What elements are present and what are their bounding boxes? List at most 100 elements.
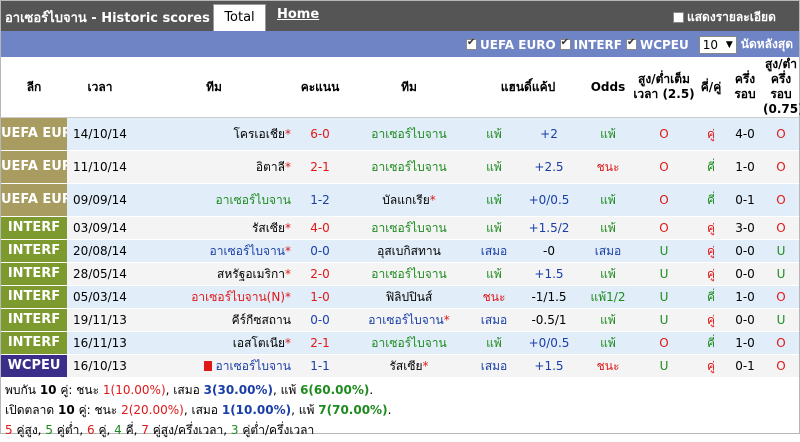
results-table: ลีก เวลา ทีม คะแนน ทีม แฮนดิ์แค้ป Odds ส… (1, 57, 800, 378)
home-team-name[interactable]: อาเซอร์ไบจาน(N) (191, 290, 285, 304)
col-handicap: แฮนดิ์แค้ป (473, 57, 583, 118)
away-team-name[interactable]: อาเซอร์ไบจาน (371, 160, 446, 174)
away-team-name[interactable]: อาเซอร์ไบจาน (371, 336, 446, 350)
away-team-name[interactable]: อาเซอร์ไบจาน (371, 221, 446, 235)
away-team[interactable]: อาเซอร์ไบจาน (345, 262, 473, 286)
home-team[interactable]: อิตาลี* (133, 150, 295, 184)
match-score[interactable]: 1-0 (295, 285, 345, 309)
odd-even-result: คู่ (695, 354, 727, 378)
ou-half-result: O (763, 285, 799, 309)
ou-half-result: O (763, 354, 799, 378)
star-icon: * (285, 126, 291, 141)
league-badge[interactable]: INTERF (1, 216, 67, 240)
league-badge[interactable]: UEFA EURO (1, 183, 67, 217)
match-date: 11/10/14 (67, 150, 133, 184)
home-team-name[interactable]: อิตาลี (256, 160, 285, 174)
home-team[interactable]: สหรัฐอเมริกา* (133, 262, 295, 286)
odd-even-result: คู่ (695, 117, 727, 151)
star-icon: * (285, 220, 291, 235)
star-icon: * (285, 243, 291, 258)
league-badge[interactable]: WCPEU (1, 354, 67, 378)
tab-total[interactable]: Total (213, 4, 266, 31)
star-icon: * (285, 289, 291, 304)
col-away-team: ทีม (345, 57, 473, 118)
show-detail-toggle[interactable]: แสดงรายละเอียด (673, 8, 776, 27)
match-score[interactable]: 1-1 (295, 354, 345, 378)
filter-wcpeu[interactable]: WCPEU (625, 37, 689, 52)
match-score[interactable]: 2-1 (295, 150, 345, 184)
col-ou-full: สูง/ต่ำเต็มเวลา (2.5) (633, 57, 695, 118)
filter-uefa-euro[interactable]: UEFA EURO (466, 37, 556, 52)
home-team-name[interactable]: อาเซอร์ไบจาน (216, 359, 291, 373)
away-team[interactable]: รัสเซีย* (345, 354, 473, 378)
away-team-name[interactable]: บัลแกเรีย (382, 193, 430, 207)
ou-full-result: O (633, 331, 695, 355)
summary-results: พบกัน 10 คู่: ชนะ 1(10.00%), เสมอ 3(30.0… (5, 383, 374, 397)
filter-wcpeu-checkbox[interactable] (625, 37, 637, 50)
home-team[interactable]: คีร์กีซสถาน (133, 308, 295, 332)
ou-half-result: O (763, 216, 799, 240)
ou-half-result: U (763, 239, 799, 263)
home-team[interactable]: เอสโตเนีย* (133, 331, 295, 355)
home-team[interactable]: อาเซอร์ไบจาน* (133, 239, 295, 263)
home-team-name[interactable]: อาเซอร์ไบจาน (216, 193, 291, 207)
show-detail-checkbox[interactable] (673, 12, 684, 23)
away-team[interactable]: อาเซอร์ไบจาน (345, 150, 473, 184)
home-team-name[interactable]: รัสเซีย (252, 221, 285, 235)
away-team[interactable]: อาเซอร์ไบจาน* (345, 308, 473, 332)
match-score[interactable]: 1-2 (295, 183, 345, 217)
table-row: UEFA EURO09/09/14อาเซอร์ไบจาน1-2บัลแกเรี… (1, 183, 799, 217)
home-team-name[interactable]: อาเซอร์ไบจาน (210, 244, 285, 258)
filter-uefa-euro-checkbox[interactable] (466, 37, 478, 50)
home-team[interactable]: อาเซอร์ไบจาน (133, 183, 295, 217)
away-team[interactable]: อาเซอร์ไบจาน (345, 216, 473, 240)
match-score[interactable]: 2-1 (295, 331, 345, 355)
match-score[interactable]: 2-0 (295, 262, 345, 286)
away-team[interactable]: บัลแกเรีย* (345, 183, 473, 217)
match-score[interactable]: 0-0 (295, 308, 345, 332)
league-badge[interactable]: INTERF (1, 331, 67, 355)
tab-home[interactable]: Home (277, 7, 319, 22)
odd-even-result: คู่ (695, 262, 727, 286)
match-date: 14/10/14 (67, 117, 133, 151)
star-icon: * (422, 358, 429, 373)
ou-half-result: O (763, 150, 799, 184)
star-icon: * (429, 192, 436, 207)
home-team[interactable]: อาเซอร์ไบจาน(N)* (133, 285, 295, 309)
away-team-name[interactable]: อาเซอร์ไบจาน (371, 267, 446, 281)
handicap-value: +0/0.5 (515, 183, 583, 217)
league-badge[interactable]: INTERF (1, 262, 67, 286)
home-team[interactable]: อาเซอร์ไบจาน (133, 354, 295, 378)
league-badge[interactable]: UEFA EURO (1, 117, 67, 151)
away-team[interactable]: อุสเบกิสทาน (345, 239, 473, 263)
league-badge[interactable]: INTERF (1, 285, 67, 309)
home-team-name[interactable]: โครเอเชีย (233, 127, 285, 141)
home-team-name[interactable]: เอสโตเนีย (233, 336, 285, 350)
ou-full-result: U (633, 262, 695, 286)
league-badge[interactable]: INTERF (1, 239, 67, 263)
match-score[interactable]: 6-0 (295, 117, 345, 151)
handicap-value: -0.5/1 (515, 308, 583, 332)
away-team-name[interactable]: อาเซอร์ไบจาน (371, 127, 446, 141)
match-date: 16/10/13 (67, 354, 133, 378)
match-score[interactable]: 0-0 (295, 239, 345, 263)
match-score[interactable]: 4-0 (295, 216, 345, 240)
home-team-name[interactable]: สหรัฐอเมริกา (217, 267, 285, 281)
filter-interf[interactable]: INTERF (559, 37, 622, 52)
league-badge[interactable]: INTERF (1, 308, 67, 332)
match-count-select[interactable]: 10 ▼ (698, 35, 737, 54)
away-team[interactable]: ฟิลิปปินส์ (345, 285, 473, 309)
league-badge[interactable]: UEFA EURO (1, 150, 67, 184)
home-team-name[interactable]: คีร์กีซสถาน (232, 313, 291, 327)
handicap-value: -1/1.5 (515, 285, 583, 309)
home-team[interactable]: รัสเซีย* (133, 216, 295, 240)
home-team[interactable]: โครเอเชีย* (133, 117, 295, 151)
away-team-name[interactable]: ฟิลิปปินส์ (386, 290, 433, 304)
filter-interf-checkbox[interactable] (559, 37, 571, 50)
away-team-name[interactable]: อุสเบกิสทาน (377, 244, 441, 258)
match-date: 16/11/13 (67, 331, 133, 355)
away-team-name[interactable]: อาเซอร์ไบจาน (368, 313, 443, 327)
away-team[interactable]: อาเซอร์ไบจาน (345, 117, 473, 151)
away-team-name[interactable]: รัสเซีย (389, 359, 422, 373)
away-team[interactable]: อาเซอร์ไบจาน (345, 331, 473, 355)
